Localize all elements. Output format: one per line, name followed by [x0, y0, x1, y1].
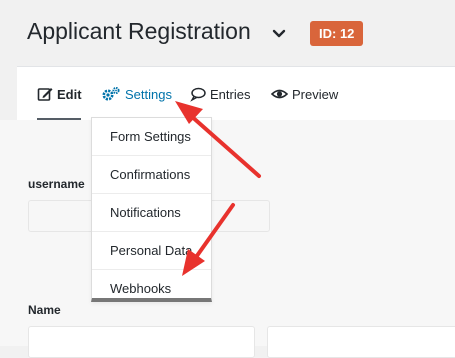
form-header: Applicant Registration ID: 12: [0, 0, 455, 66]
eye-icon: [271, 89, 288, 99]
tab-entries-label: Entries: [210, 86, 251, 102]
menu-item-webhooks[interactable]: Webhooks: [92, 270, 211, 307]
menu-item-confirmations[interactable]: Confirmations: [92, 156, 211, 194]
tab-edit-label: Edit: [57, 86, 82, 102]
first-name-field[interactable]: [28, 326, 255, 358]
tab-entries[interactable]: Entries: [190, 67, 250, 121]
username-label: username: [28, 177, 85, 191]
tab-edit[interactable]: Edit: [37, 67, 82, 121]
tab-settings-label: Settings: [125, 86, 172, 102]
form-title: Applicant Registration: [27, 18, 251, 44]
chevron-down-icon[interactable]: [271, 28, 287, 40]
settings-dropdown-menu: Form Settings Confirmations Notification…: [91, 117, 212, 302]
gears-icon: [102, 86, 120, 101]
tab-settings[interactable]: Settings: [101, 67, 172, 121]
menu-item-form-settings[interactable]: Form Settings: [92, 118, 211, 156]
form-tab-bar: Edit Settings Entries Preview: [17, 66, 455, 121]
form-editor-area: username Name: [0, 120, 455, 358]
speech-bubble-icon: [190, 87, 206, 102]
last-name-field[interactable]: [267, 326, 455, 358]
edit-icon: [37, 88, 53, 101]
menu-item-personal-data[interactable]: Personal Data: [92, 232, 211, 270]
tab-preview[interactable]: Preview: [271, 67, 338, 121]
name-label: Name: [28, 303, 61, 317]
menu-item-notifications[interactable]: Notifications: [92, 194, 211, 232]
form-id-badge: ID: 12: [310, 21, 364, 46]
tab-preview-label: Preview: [292, 86, 339, 102]
